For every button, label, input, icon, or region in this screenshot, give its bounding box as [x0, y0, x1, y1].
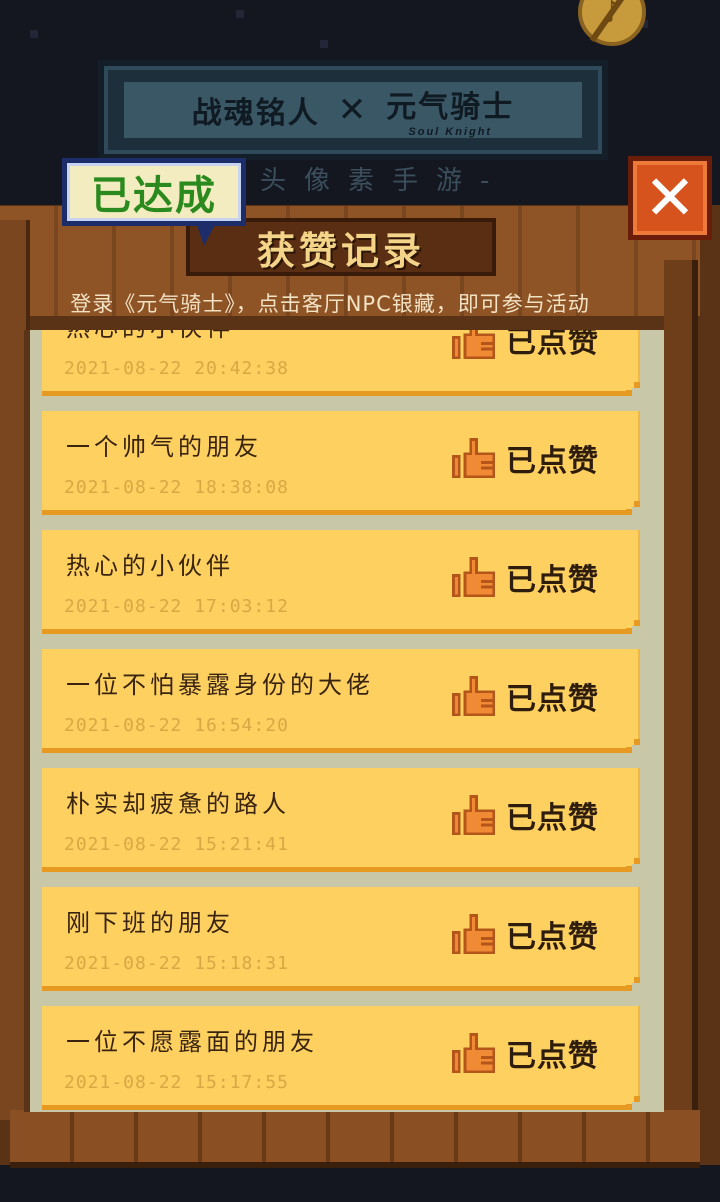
collab-banner: 战魂铭人 ✕ 元气骑士 Soul Knight	[98, 60, 608, 160]
record-name: 热心的小伙伴	[66, 330, 234, 343]
instruction-text: 登录《元气骑士》，点击客厅NPC银藏，即可参与活动	[70, 292, 590, 316]
thumbs-up-icon	[452, 913, 496, 955]
record-time: 2021-08-22 15:17:55	[64, 1072, 289, 1093]
liked-status: 已点赞	[452, 911, 599, 957]
record-name: 一位不愿露面的朋友	[66, 1028, 318, 1056]
wood-frame-bottom	[10, 1110, 700, 1168]
logo-right: 元气骑士 Soul Knight	[386, 90, 515, 138]
liked-label: 已点赞	[506, 920, 599, 955]
liked-label: 已点赞	[506, 682, 599, 717]
close-button[interactable]: ✕	[628, 156, 712, 240]
liked-label: 已点赞	[506, 330, 599, 360]
liked-status: 已点赞	[452, 673, 599, 719]
liked-label: 已点赞	[506, 444, 599, 479]
achieved-badge-label: 已达成	[91, 173, 217, 219]
like-record-card: 一个帅气的朋友 2021-08-22 18:38:08 已点赞	[42, 411, 640, 515]
like-record-card: 一位不愿露面的朋友 2021-08-22 15:17:55 已点赞	[42, 1006, 640, 1110]
like-record-card: 热心的小伙伴 2021-08-22 20:42:38 已点赞	[42, 330, 640, 396]
liked-status: 已点赞	[452, 554, 599, 600]
record-time: 2021-08-22 18:38:08	[64, 477, 289, 498]
record-time: 2021-08-22 15:18:31	[64, 953, 289, 974]
liked-label: 已点赞	[506, 563, 599, 598]
achieved-badge: 已达成	[62, 158, 246, 226]
record-name: 朴实却疲惫的路人	[66, 790, 290, 818]
like-record-card: 热心的小伙伴 2021-08-22 17:03:12 已点赞	[42, 530, 640, 634]
logo-right-sub: Soul Knight	[408, 126, 493, 138]
liked-status: 已点赞	[452, 792, 599, 838]
like-record-card: 朴实却疲惫的路人 2021-08-22 15:21:41 已点赞	[42, 768, 640, 872]
liked-status: 已点赞	[452, 330, 599, 362]
thumbs-up-icon	[452, 675, 496, 717]
banner-subtitle: 头像素手游-	[260, 166, 508, 196]
collab-cross-icon: ✕	[337, 90, 369, 130]
thumbs-up-icon	[452, 794, 496, 836]
music-toggle-button[interactable]: ♪	[578, 0, 646, 46]
logo-left: 战魂铭人	[191, 96, 320, 131]
close-icon: ✕	[644, 161, 696, 234]
page-title: 获赞记录	[256, 228, 425, 273]
wood-frame-right	[664, 260, 698, 1160]
thumbs-up-icon	[452, 556, 496, 598]
record-time: 2021-08-22 17:03:12	[64, 596, 289, 617]
like-record-card: 一位不怕暴露身份的大佬 2021-08-22 16:54:20 已点赞	[42, 649, 640, 753]
like-records-list[interactable]: 热心的小伙伴 2021-08-22 20:42:38 已点赞 一个帅气的朋友 2…	[24, 330, 664, 1112]
thumbs-up-icon	[452, 330, 496, 360]
record-time: 2021-08-22 15:21:41	[64, 834, 289, 855]
like-record-card: 刚下班的朋友 2021-08-22 15:18:31 已点赞	[42, 887, 640, 991]
thumbs-up-icon	[452, 437, 496, 479]
liked-status: 已点赞	[452, 435, 599, 481]
liked-label: 已点赞	[506, 1039, 599, 1074]
liked-label: 已点赞	[506, 801, 599, 836]
title-plank: 获赞记录	[186, 218, 496, 276]
record-name: 一位不怕暴露身份的大佬	[66, 671, 374, 699]
record-time: 2021-08-22 16:54:20	[64, 715, 289, 736]
record-time: 2021-08-22 20:42:38	[64, 358, 289, 379]
record-name: 刚下班的朋友	[66, 909, 234, 937]
liked-status: 已点赞	[452, 1030, 599, 1076]
thumbs-up-icon	[452, 1032, 496, 1074]
record-name: 热心的小伙伴	[66, 552, 234, 580]
record-name: 一个帅气的朋友	[66, 433, 262, 461]
